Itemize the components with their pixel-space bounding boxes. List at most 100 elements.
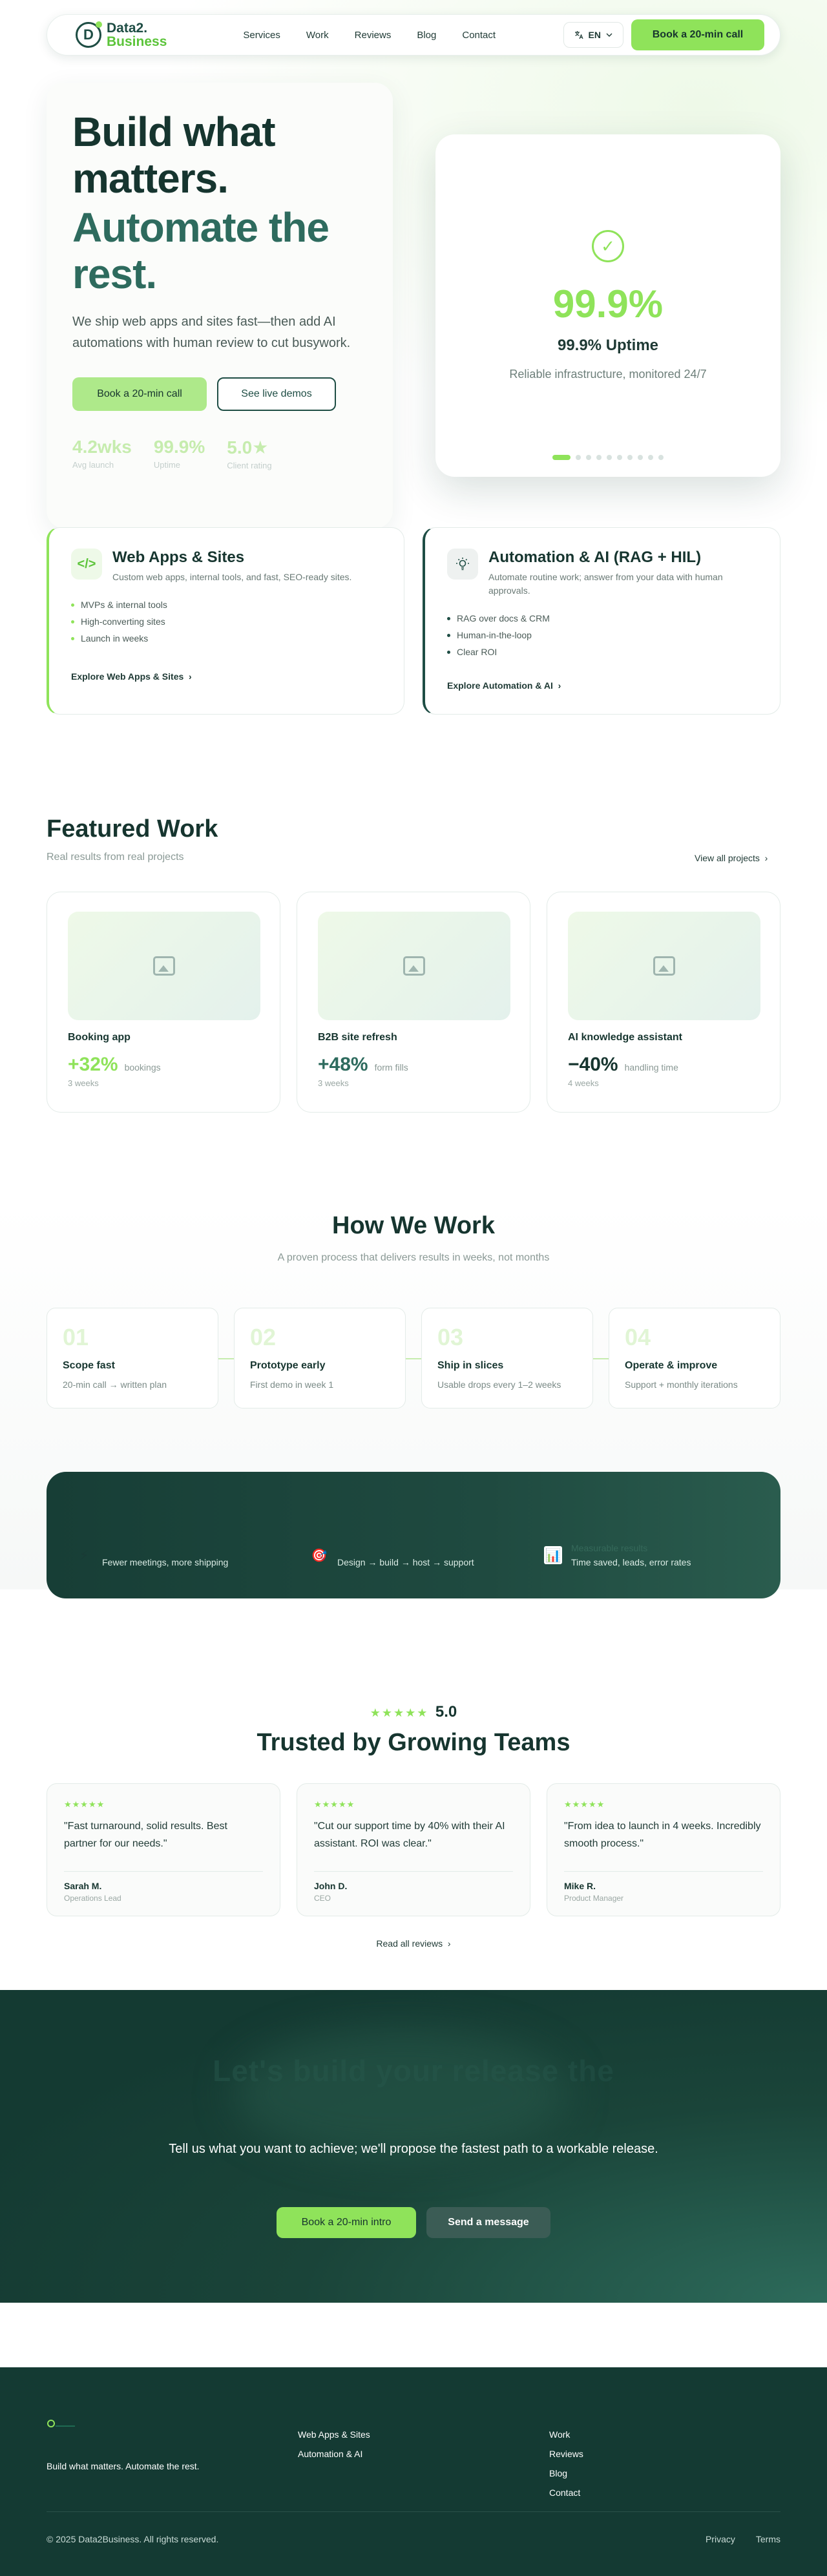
reviews-title: Trusted by Growing Teams (256, 1729, 571, 1756)
lightning-icon: ⚡ (79, 1548, 89, 1563)
carousel-dot[interactable] (627, 455, 633, 460)
carousel-dot[interactable] (658, 455, 664, 460)
reviewer-name: John D. (314, 1881, 348, 1891)
hero-stats: 4.2wks Avg launch 99.9% Uptime 5.0★ Client … (72, 437, 367, 470)
logo[interactable]: D Data2. Business (76, 21, 167, 48)
footer-link-automation[interactable]: Automation & AI (298, 2449, 370, 2459)
carousel-dot[interactable] (617, 455, 622, 460)
step-number: 01 (63, 1324, 89, 1350)
footer-bottom: © 2025 Data2Business. All rights reserve… (47, 2511, 780, 2544)
language-label: EN (588, 30, 601, 40)
stat-label: Uptime (153, 460, 181, 470)
carousel-dot[interactable] (648, 455, 653, 460)
project-duration: 3 weeks (68, 1078, 99, 1088)
nav-link-contact[interactable]: Contact (462, 30, 496, 41)
footer-link-blog[interactable]: Blog (549, 2468, 583, 2478)
target-icon: 🎯 (311, 1548, 328, 1563)
stat-uptime: 99.9% Uptime (154, 437, 205, 470)
review-quote: "Cut our support time by 40% with their … (314, 1817, 513, 1872)
step-number: 04 (625, 1324, 651, 1350)
project-card-ai-assistant[interactable]: AI knowledge assistant −40% handling time… (547, 892, 780, 1113)
step-card-4: 04 Operate & improve Support + monthly ite… (609, 1308, 780, 1408)
service-card-automation[interactable]: Automation & AI (RAG + HIL) Automate rou… (423, 527, 780, 715)
logo-text: Data2. Business (107, 21, 167, 48)
service-title: Web Apps & Sites (112, 549, 245, 566)
cta-subtitle: Tell us what you want to achieve; we'll … (169, 2142, 658, 2156)
step-desc: 20-min call → written plan (63, 1379, 167, 1390)
project-card-b2b[interactable]: B2B site refresh +48% form fills 3 weeks (297, 892, 530, 1113)
logo-letter: D (83, 26, 94, 43)
project-name: AI knowledge assistant (568, 1032, 682, 1043)
footer-link-work[interactable]: Work (549, 2429, 583, 2440)
project-name: Booking app (68, 1032, 131, 1043)
link-label: View all projects (695, 853, 760, 863)
step-desc: Usable drops every 1–2 weeks (437, 1379, 561, 1390)
carousel-dot[interactable] (576, 455, 581, 460)
nav-link-work[interactable]: Work (306, 30, 329, 41)
nav-links: Services Work Reviews Blog Contact (243, 30, 496, 41)
review-card: ★★★★★ "Fast turnaround, solid results. B… (47, 1783, 280, 1916)
send-message-button[interactable]: Send a message (426, 2207, 550, 2238)
uptime-title: 99.9% Uptime (557, 337, 659, 354)
footer-logo-icon[interactable] (47, 2419, 76, 2429)
see-live-demos-button[interactable]: See live demos (217, 377, 336, 411)
review-stars-icon: ★★★★★ (314, 1799, 355, 1809)
project-metric-unit: bookings (124, 1062, 161, 1073)
hero-title-accent: Automate the rest. (72, 204, 330, 297)
carousel-dot[interactable] (638, 455, 643, 460)
carousel-dot-active[interactable] (552, 455, 571, 460)
carousel-dot[interactable] (607, 455, 612, 460)
hero-book-call-button[interactable]: Book a 20-min call (72, 377, 207, 411)
footer-link-contact[interactable]: Contact (549, 2487, 583, 2498)
how-we-work-title: How We Work (332, 1212, 495, 1239)
nav-link-reviews[interactable]: Reviews (355, 30, 392, 41)
step-number: 03 (437, 1324, 464, 1350)
project-metric: +32% (68, 1054, 118, 1075)
footer-company-column: Work Reviews Blog Contact (549, 2429, 583, 2507)
privacy-link[interactable]: Privacy (706, 2534, 735, 2544)
featured-work-subtitle: Real results from real projects (47, 852, 184, 863)
benefit-ghost-label: Measurable results (571, 1543, 648, 1553)
project-metric: +48% (318, 1054, 368, 1075)
read-all-reviews-link[interactable]: Read all reviews › (0, 1938, 827, 1949)
nav-book-call-button[interactable]: Book a 20-min call (631, 19, 764, 50)
top-nav: D Data2. Business Services Work Reviews … (47, 14, 780, 56)
nav-link-services[interactable]: Services (243, 30, 280, 41)
nav-link-blog[interactable]: Blog (417, 30, 436, 41)
review-card: ★★★★★ "Cut our support time by 40% with … (297, 1783, 530, 1916)
benefit-text-label: Time saved, leads, error rates (571, 1557, 691, 1567)
view-all-projects-link[interactable]: View all projects › (695, 853, 768, 863)
footer-link-reviews[interactable]: Reviews (549, 2449, 583, 2459)
terms-link[interactable]: Terms (756, 2534, 780, 2544)
language-selector[interactable]: EN (563, 22, 623, 48)
step-title: Scope fast (63, 1360, 115, 1371)
copyright: © 2025 Data2Business. All rights reserve… (47, 2534, 219, 2544)
cta-section: Let's build your release the Tell us wha… (0, 1990, 827, 2303)
step-title: Operate & improve (625, 1360, 718, 1371)
explore-web-apps-link[interactable]: Explore Web Apps & Sites › (71, 671, 192, 682)
book-intro-button[interactable]: Book a 20-min intro (277, 2207, 416, 2238)
link-label: Explore Web Apps & Sites (71, 671, 184, 682)
review-card: ★★★★★ "From idea to launch in 4 weeks. I… (547, 1783, 780, 1916)
carousel-dot[interactable] (586, 455, 591, 460)
service-bullet: RAG over docs & CRM (447, 613, 758, 623)
footer-link-web-apps[interactable]: Web Apps & Sites (298, 2429, 370, 2440)
link-label: Read all reviews (376, 1938, 443, 1949)
review-quote: "Fast turnaround, solid results. Best pa… (64, 1817, 263, 1872)
footer-services-column: Web Apps & Sites Automation & AI (298, 2429, 370, 2468)
carousel-dots (435, 455, 780, 460)
service-desc: Automate routine work; answer from your … (488, 572, 723, 596)
footer-tagline: Build what matters. Automate the rest. (47, 2461, 200, 2471)
project-card-booking[interactable]: Booking app +32% bookings 3 weeks (47, 892, 280, 1113)
carousel-dot[interactable] (596, 455, 602, 460)
stat-rating: 5.0★ Client rating (227, 437, 271, 470)
project-image (318, 912, 510, 1020)
service-bullet: Human-in-the-loop (447, 630, 758, 640)
logo-line1: Data2. (107, 21, 148, 36)
benefit-text: Design → build → host → support (337, 1557, 474, 1567)
chevron-right-icon: › (186, 671, 192, 682)
service-card-web-apps[interactable]: </> Web Apps & Sites Custom web apps, in… (47, 527, 404, 715)
project-name: B2B site refresh (318, 1032, 397, 1043)
project-image (68, 912, 260, 1020)
explore-automation-link[interactable]: Explore Automation & AI › (447, 680, 561, 691)
